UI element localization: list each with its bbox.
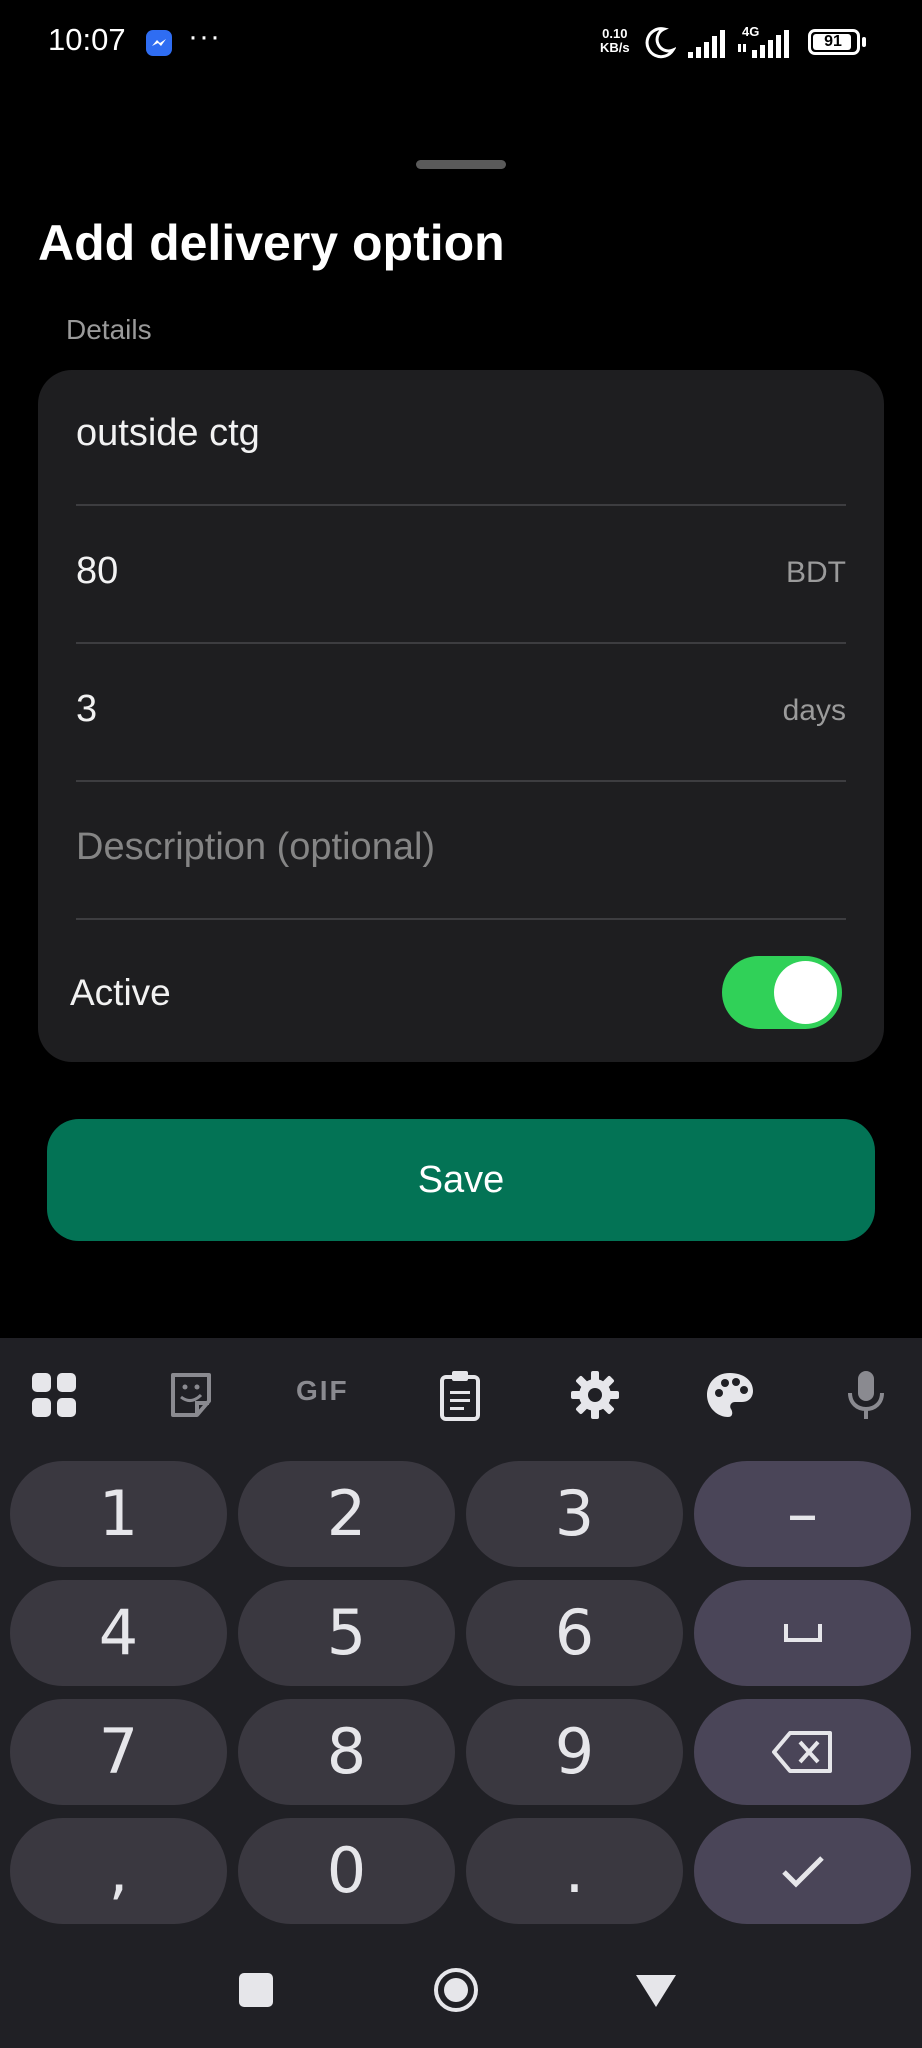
key-label: 8 [326,1715,367,1788]
key-label: 7 [98,1715,139,1788]
price-currency-suffix: BDT [786,556,846,589]
key-done[interactable] [694,1818,911,1924]
apps-grid-icon[interactable] [24,1365,84,1425]
space-bar-icon [784,1624,822,1642]
messenger-notification-icon [146,30,172,56]
key-label: 9 [554,1715,595,1788]
wifi-signal-icon [688,30,725,58]
key-label: . [564,1834,585,1907]
key-2[interactable]: 2 [238,1461,455,1567]
name-field-value: outside ctg [76,412,260,454]
net-speed: 0.10 KB/s [600,27,630,55]
toggle-knob [774,961,837,1024]
description-field[interactable]: Description (optional) [76,782,846,920]
save-button-label: Save [417,1159,505,1201]
palette-icon[interactable] [700,1365,760,1425]
key-space[interactable] [694,1580,911,1686]
key-label: 2 [326,1477,367,1550]
backspace-icon [772,1731,832,1773]
key-comma[interactable]: , [10,1818,227,1924]
key-label: , [108,1834,129,1907]
recent-apps-icon[interactable] [239,1973,273,2007]
microphone-icon[interactable] [836,1365,896,1425]
key-label: 1 [98,1477,139,1550]
active-toggle[interactable] [722,956,842,1029]
key-9[interactable]: 9 [466,1699,683,1805]
key-label: 3 [554,1477,595,1550]
key-5[interactable]: 5 [238,1580,455,1686]
sheet-title: Add delivery option [38,215,505,271]
save-button[interactable]: Save [47,1119,875,1241]
key-1[interactable]: 1 [10,1461,227,1567]
key-label: 6 [554,1596,595,1669]
back-icon[interactable] [634,1973,678,2009]
key-label: 5 [326,1596,367,1669]
battery-icon: 91 [808,29,860,55]
active-label: Active [70,972,171,1013]
battery-level: 91 [824,33,842,50]
more-notifications-icon: ··· [188,20,221,53]
days-suffix: days [782,694,846,727]
numeric-keyboard [0,1338,922,2048]
status-time: 10:07 [48,22,126,57]
net-speed-value: 0.10 [602,26,628,41]
delivery-days-field[interactable]: 3 days [76,644,846,782]
clipboard-icon[interactable] [430,1365,490,1425]
home-icon[interactable] [432,1966,480,2014]
key-3[interactable]: 3 [466,1461,683,1567]
key-backspace[interactable] [694,1699,911,1805]
key-4[interactable]: 4 [10,1580,227,1686]
do-not-disturb-moon-icon [645,27,676,59]
price-field-value: 80 [76,550,119,592]
cell-signal-icon [738,30,789,58]
gif-button[interactable]: GIF [296,1375,349,1407]
key-period[interactable]: . [466,1818,683,1924]
key-0[interactable]: 0 [238,1818,455,1924]
sticker-icon[interactable] [161,1365,221,1425]
key-label: 0 [326,1834,367,1907]
key-6[interactable]: 6 [466,1580,683,1686]
battery-tip [862,37,866,47]
key-label: – [787,1477,818,1550]
key-7[interactable]: 7 [10,1699,227,1805]
checkmark-icon [782,1856,824,1888]
net-speed-unit: KB/s [600,40,630,55]
sheet-drag-handle[interactable] [416,160,506,169]
description-placeholder: Description (optional) [76,826,436,868]
divider [76,918,846,920]
key-minus[interactable]: – [694,1461,911,1567]
key-label: 4 [98,1596,139,1669]
price-field[interactable]: 80 BDT [76,506,846,644]
name-field[interactable]: outside ctg [76,368,846,506]
key-8[interactable]: 8 [238,1699,455,1805]
delivery-days-value: 3 [76,688,98,730]
section-label-details: Details [66,314,152,345]
settings-gear-icon[interactable] [565,1365,625,1425]
